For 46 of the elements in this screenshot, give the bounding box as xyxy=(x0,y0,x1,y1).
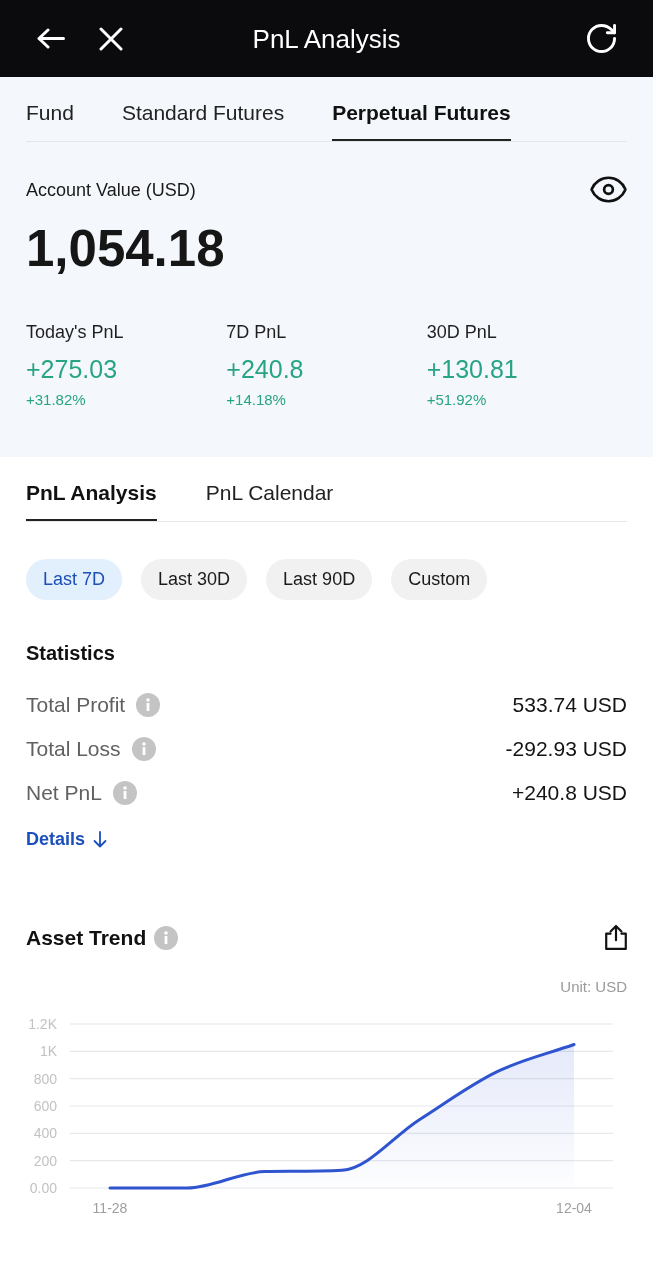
arrow-left-icon[interactable] xyxy=(37,28,65,49)
y-axis-label: 1K xyxy=(39,1043,57,1060)
pnl-percent: +31.82% xyxy=(26,391,86,409)
period-chip[interactable]: Last 90D xyxy=(266,559,373,600)
details-link[interactable]: Details xyxy=(26,827,108,851)
y-axis-label: 800 xyxy=(33,1070,57,1087)
stat-value: -292.93 USD xyxy=(505,736,627,762)
pnl-value: +240.8 xyxy=(226,354,304,384)
x-axis-label: 11-28 xyxy=(92,1200,128,1216)
stat-value: +240.8 USD xyxy=(512,780,627,806)
stat-value: 533.74 USD xyxy=(512,692,627,718)
section-title: Asset Trend xyxy=(26,925,147,950)
y-axis-label: 0.00 xyxy=(29,1180,57,1196)
refresh-icon[interactable] xyxy=(587,24,616,53)
stat-label: Net PnL xyxy=(26,780,102,806)
arrow-down-icon xyxy=(93,830,108,848)
pnl-label: 30D PnL xyxy=(426,321,497,343)
period-chip[interactable]: Last 30D xyxy=(141,559,248,600)
tab[interactable]: PnL Analysis xyxy=(26,457,157,521)
account-value-label: Account Value (USD) xyxy=(26,178,196,201)
section-title: Statistics xyxy=(26,641,116,665)
tab[interactable]: Perpetual Futures xyxy=(332,77,511,141)
eye-icon[interactable] xyxy=(590,176,627,203)
y-axis-label: 600 xyxy=(33,1098,57,1114)
stat-label: Total Profit xyxy=(26,692,126,718)
tab[interactable]: PnL Calendar xyxy=(205,457,334,521)
pnl-value: +130.81 xyxy=(426,354,518,384)
close-icon[interactable] xyxy=(99,26,123,51)
y-axis-label: 200 xyxy=(33,1152,57,1169)
share-icon[interactable] xyxy=(605,925,627,950)
pnl-percent: +14.18% xyxy=(226,391,286,409)
unit-label: Unit: USD xyxy=(560,978,627,996)
pnl-label: 7D PnL xyxy=(226,321,287,343)
account-value: 1,054.18 xyxy=(26,223,226,274)
period-chip[interactable]: Custom xyxy=(391,559,488,600)
y-axis-label: 400 xyxy=(33,1125,57,1142)
period-chip[interactable]: Last 7D xyxy=(26,559,123,600)
x-axis-label: 12-04 xyxy=(556,1200,592,1216)
y-axis-label: 1.2K xyxy=(28,1016,57,1032)
tab[interactable]: Standard Futures xyxy=(121,77,285,141)
pnl-value: +275.03 xyxy=(26,354,118,384)
page-title: PnL Analysis xyxy=(252,23,401,54)
tab[interactable]: Fund xyxy=(26,77,74,141)
pnl-label: Today's PnL xyxy=(26,321,124,343)
stat-label: Total Loss xyxy=(26,736,121,762)
pnl-percent: +51.92% xyxy=(426,391,487,409)
